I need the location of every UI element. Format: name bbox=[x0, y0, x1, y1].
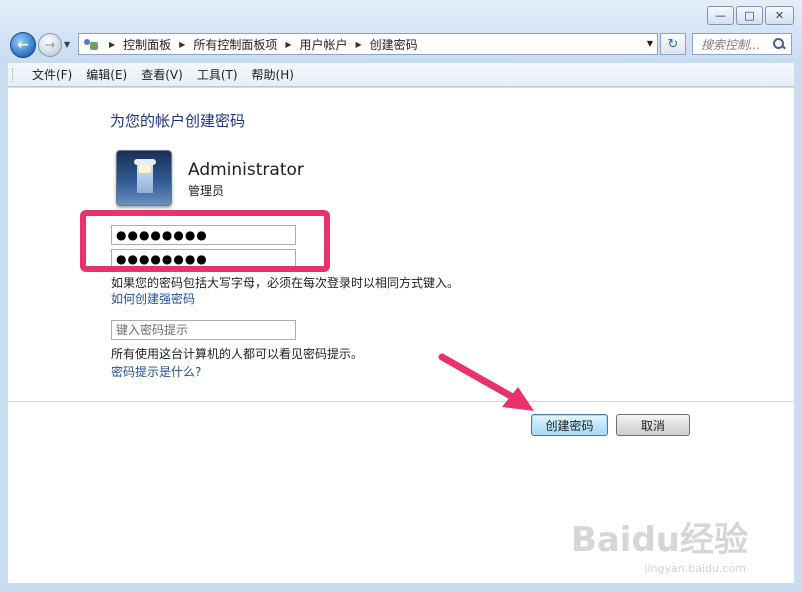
menu-grip bbox=[12, 68, 15, 82]
hint-visibility-note: 所有使用这台计算机的人都可以看见密码提示。 bbox=[111, 347, 364, 361]
strong-password-link[interactable]: 如何创建强密码 bbox=[111, 290, 195, 307]
watermark-url: jingyan.baidu.com bbox=[644, 562, 746, 575]
create-password-button[interactable]: 创建密码 bbox=[531, 414, 608, 436]
back-arrow-icon[interactable]: ← bbox=[10, 32, 36, 58]
breadcrumb-separator-icon[interactable]: ▶ bbox=[285, 40, 291, 49]
breadcrumb-create-password[interactable]: 创建密码 bbox=[370, 36, 418, 53]
divider bbox=[8, 401, 794, 402]
menu-file[interactable]: 文件(F) bbox=[26, 66, 78, 83]
window-frame: — □ ✕ ← → ▼ ▶ 控制面板 ▶ 所有控制面板项 ▶ 用户帐户 ▶ 创建… bbox=[0, 0, 802, 591]
menu-bar: 文件(F) 编辑(E) 查看(V) 工具(T) 帮助(H) bbox=[8, 63, 794, 87]
annotation-highlight-box bbox=[80, 210, 330, 272]
content-pane: 为您的帐户创建密码 Administrator 管理员 ●●●●●●●● ●●●… bbox=[8, 88, 794, 583]
caption-buttons: — □ ✕ bbox=[707, 6, 794, 25]
user-role: 管理员 bbox=[188, 184, 225, 198]
password-hint-input[interactable]: 键入密码提示 bbox=[111, 320, 296, 340]
address-dropdown-icon[interactable]: ▼ bbox=[647, 39, 653, 48]
breadcrumb-separator-icon[interactable]: ▶ bbox=[179, 40, 185, 49]
breadcrumb-separator-icon[interactable]: ▶ bbox=[356, 40, 362, 49]
avatar bbox=[116, 150, 172, 206]
menu-edit[interactable]: 编辑(E) bbox=[80, 66, 133, 83]
menu-view[interactable]: 查看(V) bbox=[135, 66, 189, 83]
cancel-button[interactable]: 取消 bbox=[616, 414, 690, 436]
user-name: Administrator bbox=[188, 160, 304, 180]
breadcrumb-separator-icon[interactable]: ▶ bbox=[109, 40, 115, 49]
breadcrumb-control-panel[interactable]: 控制面板 bbox=[123, 36, 171, 53]
breadcrumb-all-items[interactable]: 所有控制面板项 bbox=[193, 36, 277, 53]
search-input[interactable]: 搜索控制... bbox=[692, 33, 792, 55]
forward-arrow-icon[interactable]: → bbox=[38, 33, 62, 57]
refresh-icon[interactable]: ↻ bbox=[660, 33, 686, 55]
minimize-icon[interactable]: — bbox=[707, 6, 734, 25]
breadcrumb-user-accounts[interactable]: 用户帐户 bbox=[300, 36, 348, 53]
address-bar[interactable]: ▶ 控制面板 ▶ 所有控制面板项 ▶ 用户帐户 ▶ 创建密码 ▼ bbox=[78, 33, 658, 55]
case-sensitivity-note: 如果您的密码包括大写字母，必须在每次登录时以相同方式键入。 bbox=[111, 276, 460, 290]
what-is-hint-link[interactable]: 密码提示是什么? bbox=[111, 363, 201, 380]
annotation-arrow-icon bbox=[438, 353, 534, 411]
search-icon[interactable] bbox=[772, 37, 786, 51]
watermark-brand: Baidu经验 bbox=[570, 520, 748, 560]
menu-tools[interactable]: 工具(T) bbox=[191, 66, 244, 83]
maximize-icon[interactable]: □ bbox=[736, 6, 763, 25]
page-title: 为您的帐户创建密码 bbox=[110, 112, 246, 130]
history-dropdown-icon[interactable]: ▼ bbox=[64, 40, 70, 49]
search-placeholder: 搜索控制... bbox=[701, 37, 761, 52]
close-icon[interactable]: ✕ bbox=[765, 6, 794, 25]
control-panel-icon bbox=[83, 37, 99, 51]
lighthouse-glow bbox=[139, 165, 151, 173]
menu-help[interactable]: 帮助(H) bbox=[246, 66, 300, 83]
